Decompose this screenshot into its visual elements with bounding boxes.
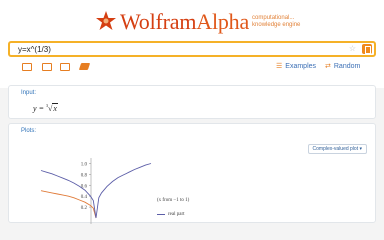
formula-lhs: y bbox=[33, 104, 37, 113]
input-pod: Input: y = 3√x bbox=[8, 85, 376, 119]
formula-equals: = bbox=[38, 104, 44, 113]
input-formula: y = 3√x bbox=[33, 103, 58, 113]
series-line-2 bbox=[40, 170, 97, 219]
logo-wordmark: WolframAlpha bbox=[120, 10, 249, 34]
formula-radicand: x bbox=[52, 103, 58, 113]
plot-legend: real part bbox=[157, 212, 185, 217]
y-tick-label: 0.8 bbox=[81, 173, 88, 178]
favorite-star-icon[interactable]: ☆ bbox=[349, 43, 356, 55]
shuffle-icon: ⇄ bbox=[325, 63, 331, 70]
file-upload-icon[interactable] bbox=[60, 63, 70, 71]
y-tick-label: 0.2 bbox=[81, 206, 88, 211]
wolframalpha-logo[interactable]: WolframAlpha computational... knowledge … bbox=[94, 10, 322, 36]
search-go-button[interactable] bbox=[362, 44, 372, 54]
image-upload-icon[interactable] bbox=[42, 63, 52, 71]
y-tick-label: 0.4 bbox=[81, 195, 88, 200]
random-label: Random bbox=[333, 62, 361, 70]
series-line-0 bbox=[95, 163, 152, 219]
plot-range-note: (x from −1 to 1) bbox=[157, 198, 190, 203]
header: WolframAlpha computational... knowledge … bbox=[0, 0, 384, 88]
examples-link[interactable]: ☰ Examples bbox=[276, 62, 317, 71]
extended-keyboard-icon[interactable] bbox=[79, 63, 89, 71]
search-box[interactable]: ☆ bbox=[8, 41, 376, 57]
legend-label: real part bbox=[168, 212, 185, 217]
input-pod-title: Input: bbox=[21, 90, 37, 96]
logo-tagline: computational... knowledge engine bbox=[252, 15, 301, 28]
keyboard-icon[interactable] bbox=[22, 63, 32, 71]
plot-chart: 1.0 0.8 0.6 0.4 0.2 bbox=[40, 158, 152, 224]
list-icon: ☰ bbox=[276, 63, 283, 70]
examples-label: Examples bbox=[285, 62, 317, 70]
search-input[interactable] bbox=[18, 43, 318, 55]
plots-pod: Plots: Complex-valued plot ▾ 1.0 0.8 0.6 0.… bbox=[8, 123, 376, 224]
legend-swatch bbox=[157, 214, 165, 215]
series-line-1 bbox=[40, 190, 97, 219]
logo-brand-main: Wolfram bbox=[120, 9, 197, 34]
random-link[interactable]: ⇄ Random bbox=[325, 62, 361, 71]
y-tick-label: 1.0 bbox=[81, 162, 88, 167]
spikey-logo-icon bbox=[96, 11, 116, 30]
logo-brand-alpha: Alpha bbox=[196, 9, 250, 34]
y-tick-label: 0.6 bbox=[81, 184, 88, 189]
